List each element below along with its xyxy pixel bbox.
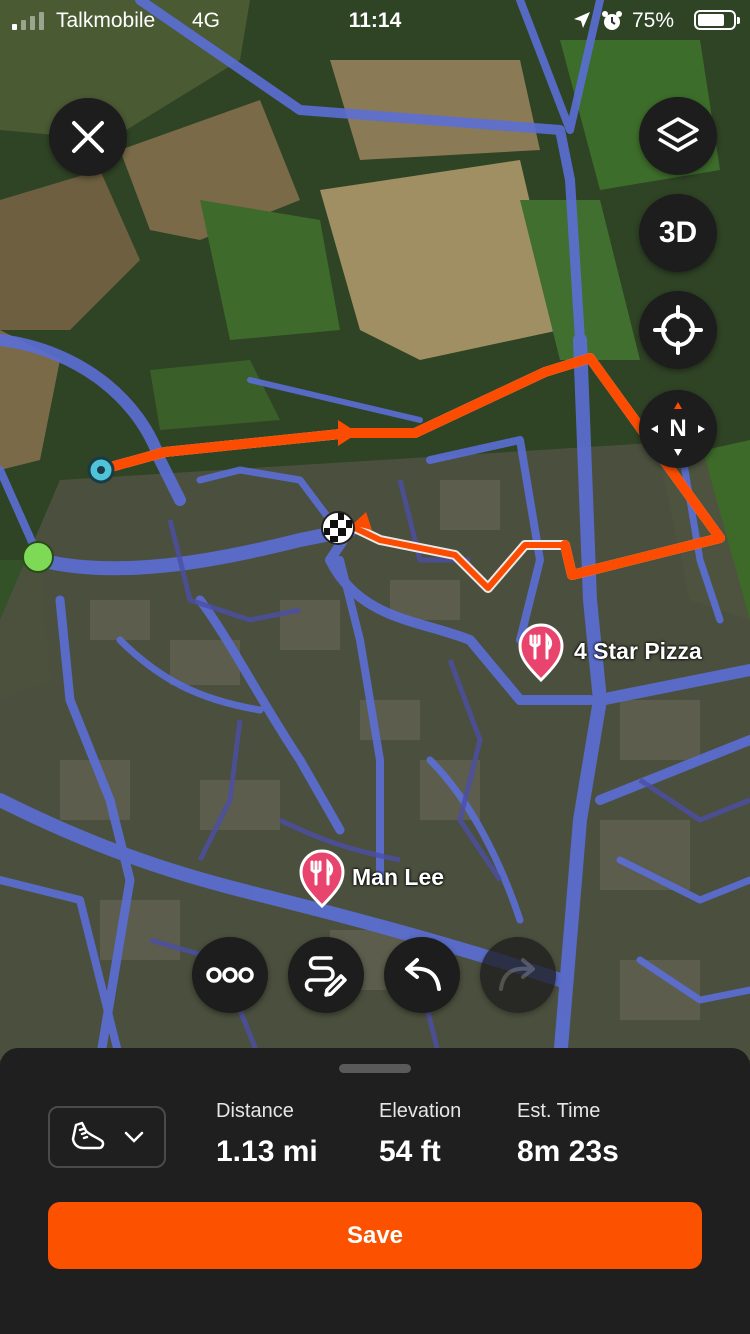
elevation-value: 54 ft: [379, 1135, 441, 1168]
redo-icon: [499, 958, 535, 991]
alarm-icon: [602, 11, 622, 30]
edit-route-button[interactable]: [288, 937, 364, 1013]
layers-icon: [657, 117, 699, 152]
map-layers-button[interactable]: [639, 97, 717, 175]
location-services-icon: [574, 12, 590, 28]
sheet-drag-handle[interactable]: [339, 1064, 411, 1073]
poi-label-man-lee[interactable]: Man Lee: [352, 864, 444, 891]
route-summary-sheet: Distance 1.13 mi Elevation 54 ft Est. Ti…: [0, 1048, 750, 1334]
elevation-stat: Elevation 54 ft: [379, 1100, 461, 1169]
current-location-dot: [22, 541, 54, 573]
redo-button[interactable]: [480, 937, 556, 1013]
elevation-label: Elevation: [379, 1100, 462, 1122]
undo-button[interactable]: [384, 937, 460, 1013]
recenter-location-button[interactable]: [639, 291, 717, 369]
est-time-label: Est. Time: [517, 1100, 601, 1122]
route-finish-marker: [321, 511, 355, 545]
3d-view-button[interactable]: 3D: [639, 194, 717, 272]
close-icon: [72, 121, 104, 153]
compass-button[interactable]: N: [639, 390, 717, 468]
chevron-down-icon: [124, 1131, 144, 1143]
undo-icon: [405, 958, 441, 991]
save-button[interactable]: Save: [48, 1202, 702, 1269]
compass-north-label: N: [669, 415, 687, 442]
battery-icon: [694, 10, 740, 30]
poi-label-4-star-pizza[interactable]: 4 Star Pizza: [574, 638, 702, 665]
distance-stat: Distance 1.13 mi: [216, 1100, 318, 1169]
battery-percentage: 75%: [632, 9, 675, 32]
more-icon: [206, 967, 254, 983]
3d-label: 3D: [658, 216, 698, 249]
close-button[interactable]: [49, 98, 127, 176]
status-bar: Talkmobile 4G 11:14 75%: [0, 0, 750, 42]
est-time-value: 8m 23s: [517, 1135, 619, 1168]
crosshair-icon: [653, 305, 703, 355]
edit-route-icon: [304, 956, 347, 997]
running-shoe-icon: [71, 1121, 105, 1150]
more-options-button[interactable]: [192, 937, 268, 1013]
distance-value: 1.13 mi: [216, 1135, 318, 1168]
est-time-stat: Est. Time 8m 23s: [517, 1100, 619, 1169]
activity-type-selector[interactable]: [48, 1106, 166, 1168]
distance-label: Distance: [216, 1100, 294, 1122]
